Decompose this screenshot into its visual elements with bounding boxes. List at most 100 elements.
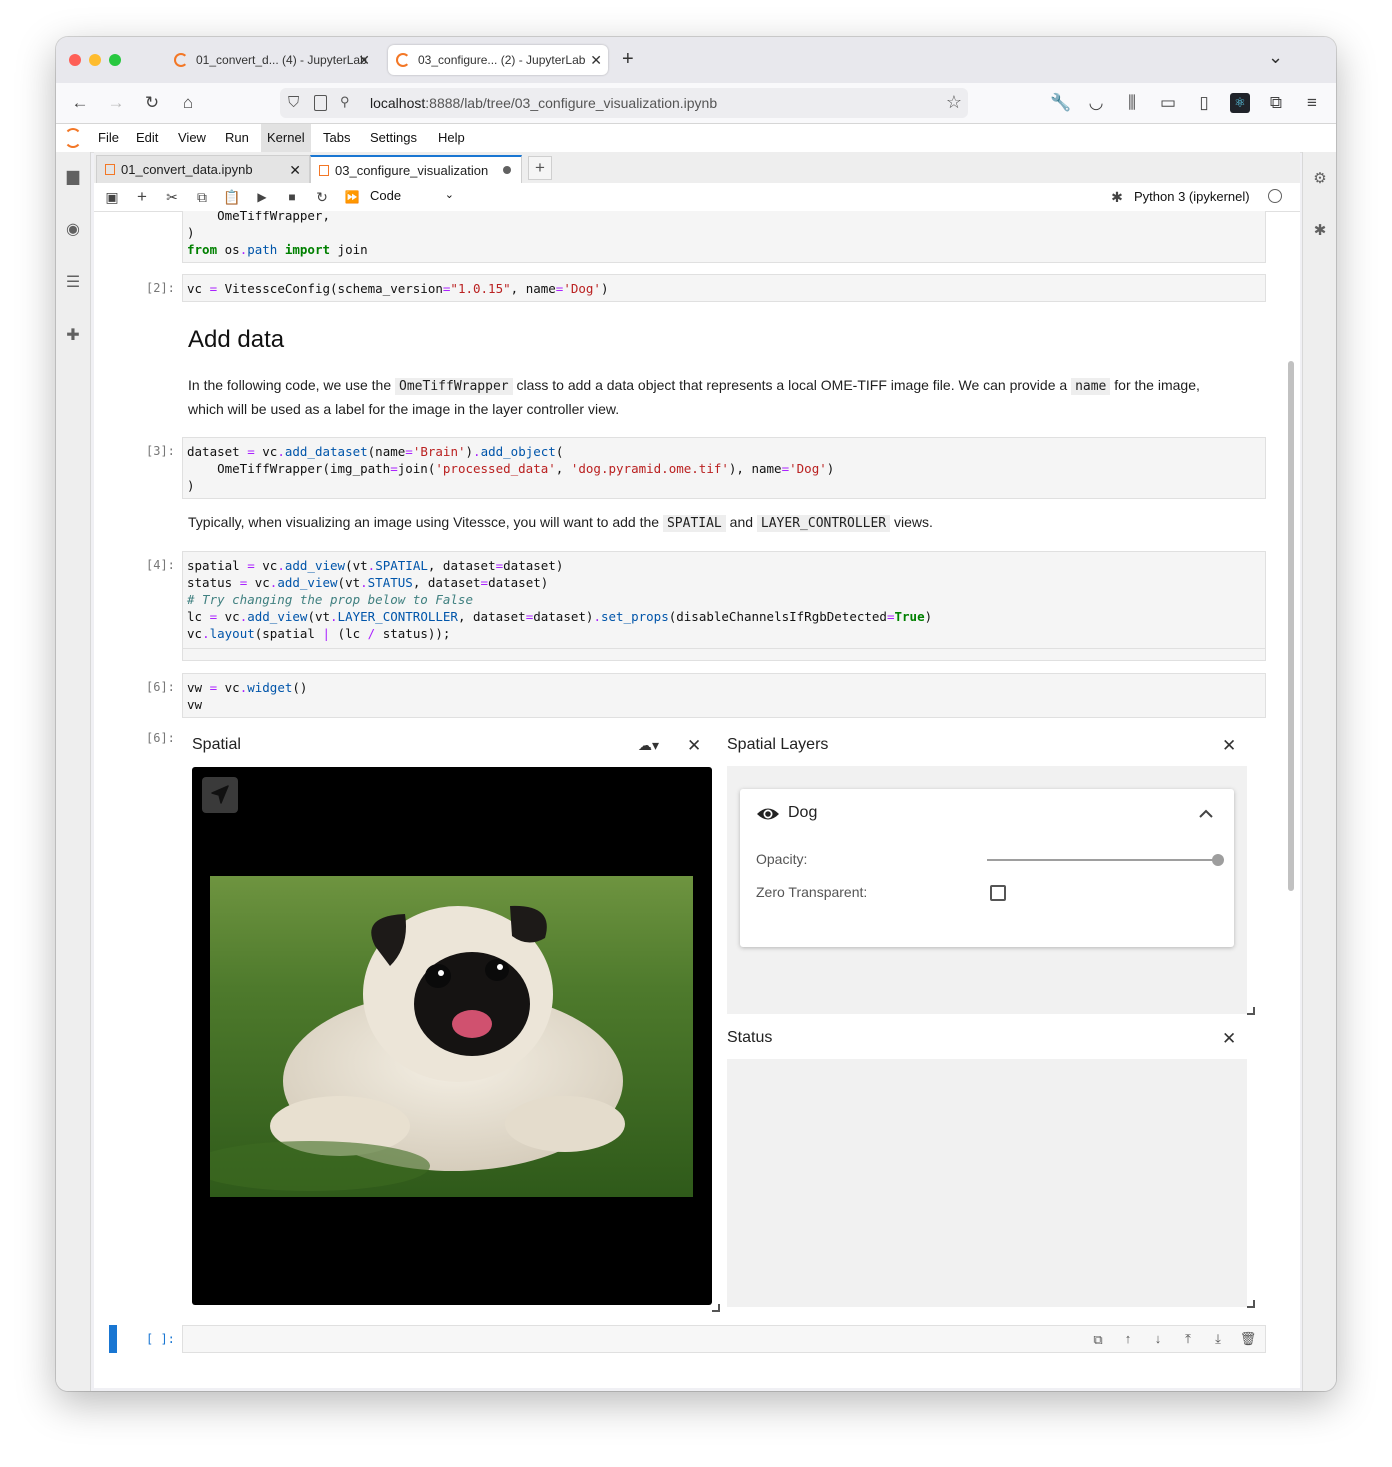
menu-kernel[interactable]: Kernel xyxy=(261,124,311,152)
permissions-icon[interactable]: ⚲ xyxy=(340,94,350,110)
code-cell-imports[interactable]: OmeTiffWrapper, ) from os.path import jo… xyxy=(182,211,1266,263)
menu-file[interactable]: File xyxy=(92,124,125,152)
code-text: dataset = vc.add_dataset(name='Brain').a… xyxy=(187,444,835,493)
resize-handle-icon[interactable] xyxy=(712,1304,720,1312)
duplicate-cell-icon[interactable]: ⧉ xyxy=(1089,1332,1107,1348)
status-panel xyxy=(727,1059,1247,1307)
code-cell-widget[interactable]: vw = vc.widget() vw xyxy=(182,673,1266,718)
reader-icon[interactable]: ▯ xyxy=(1194,93,1214,113)
restart-icon[interactable]: ↻ xyxy=(313,188,331,206)
zero-transparent-label: Zero Transparent: xyxy=(756,884,868,900)
copy-icon[interactable]: ⧉ xyxy=(193,188,211,206)
notebook-panel: 01_convert_data.ipynb ✕ 03_configure_vis… xyxy=(94,152,1300,1388)
code-cell-dataset[interactable]: dataset = vc.add_dataset(name='Brain').a… xyxy=(182,437,1266,499)
menu-view[interactable]: View xyxy=(172,124,212,152)
code-text: vc = VitessceConfig(schema_version="1.0.… xyxy=(187,281,609,296)
extensions-puzzle-icon[interactable]: ✚ xyxy=(64,327,82,345)
menu-tabs[interactable]: Tabs xyxy=(317,124,356,152)
insert-below-icon[interactable]: ⤓ xyxy=(1209,1331,1227,1347)
menu-help[interactable]: Help xyxy=(432,124,471,152)
menu-run[interactable]: Run xyxy=(219,124,255,152)
code-text: OmeTiffWrapper, ) from os.path import jo… xyxy=(187,211,368,257)
extensions-icon[interactable]: ⧉ xyxy=(1266,93,1286,113)
bookmark-star-icon[interactable]: ☆ xyxy=(946,92,962,113)
paste-icon[interactable]: 📋 xyxy=(223,188,241,206)
doc-tab-configure-visualization[interactable]: 03_configure_visualization xyxy=(310,155,522,184)
new-launcher-button[interactable]: + xyxy=(528,156,552,180)
close-spatial-icon[interactable]: ✕ xyxy=(687,736,701,756)
reload-icon[interactable]: ↻ xyxy=(142,93,162,113)
kernel-name[interactable]: Python 3 (ipykernel) xyxy=(1134,189,1250,204)
resize-handle-icon[interactable] xyxy=(1247,1300,1255,1308)
zero-transparent-checkbox[interactable] xyxy=(990,885,1006,901)
cell-type-select[interactable]: Code ⌄ xyxy=(370,188,456,206)
tab-list-button[interactable]: ⌄ xyxy=(1268,47,1283,68)
restart-run-all-icon[interactable]: ⏩ xyxy=(343,188,361,206)
chevron-up-icon[interactable] xyxy=(1198,808,1214,820)
input-prompt: [3]: xyxy=(146,444,175,458)
hamburger-menu-icon[interactable]: ≡ xyxy=(1302,93,1322,113)
notebook-scrollbar[interactable] xyxy=(1288,361,1294,891)
menu-edit[interactable]: Edit xyxy=(130,124,164,152)
insert-above-icon[interactable]: ⤒ xyxy=(1179,1331,1197,1347)
pug-photo xyxy=(210,876,693,1197)
stop-icon[interactable]: ■ xyxy=(283,188,301,206)
pan-tool-button[interactable] xyxy=(202,777,238,813)
debugger-bug-icon[interactable]: ✱ xyxy=(1311,221,1329,239)
unsaved-dot-icon[interactable] xyxy=(503,166,511,174)
new-tab-button[interactable]: + xyxy=(622,48,634,71)
eye-icon[interactable] xyxy=(756,805,780,823)
url-text[interactable]: localhost:8888/lab/tree/03_configure_vis… xyxy=(370,95,717,111)
insert-cell-icon[interactable]: + xyxy=(133,188,151,206)
code-text: vw = vc.widget() vw xyxy=(187,680,308,712)
browser-window: 01_convert_d... (4) - JupyterLab ✕ 03_co… xyxy=(56,37,1336,1391)
delete-cell-icon[interactable]: 🗑 xyxy=(1239,1331,1257,1347)
folder-icon[interactable]: ▆ xyxy=(64,168,82,186)
home-icon[interactable]: ⌂ xyxy=(178,93,198,113)
opacity-label: Opacity: xyxy=(756,851,808,867)
close-window-button[interactable] xyxy=(69,54,81,66)
cut-icon[interactable]: ✂ xyxy=(163,188,181,206)
kernel-debug-bug-icon[interactable]: ✱ xyxy=(1108,188,1126,206)
code-cell-views[interactable]: spatial = vc.add_view(vt.SPATIAL, datase… xyxy=(182,551,1266,661)
page-icon[interactable] xyxy=(314,95,327,111)
resize-handle-icon[interactable] xyxy=(1247,1007,1255,1015)
wrench-icon[interactable]: 🔧 xyxy=(1050,93,1071,113)
close-layers-icon[interactable]: ✕ xyxy=(1222,736,1236,756)
menu-settings[interactable]: Settings xyxy=(364,124,423,152)
running-sessions-icon[interactable]: ◉ xyxy=(64,221,82,239)
url-bar[interactable]: ⛉ ⚲ localhost:8888/lab/tree/03_configure… xyxy=(280,88,968,118)
property-inspector-gear-icon[interactable]: ⚙ xyxy=(1311,169,1329,187)
shield-icon[interactable]: ⛉ xyxy=(288,94,299,111)
close-tab-icon[interactable]: ✕ xyxy=(358,45,370,75)
close-doc-tab-icon[interactable]: ✕ xyxy=(289,156,301,184)
browser-tab-convert[interactable]: 01_convert_d... (4) - JupyterLab ✕ xyxy=(166,45,376,75)
browser-toolbar: ← → ↻ ⌂ ⛉ ⚲ localhost:8888/lab/tree/03_c… xyxy=(56,83,1336,124)
save-icon[interactable]: ▣ xyxy=(103,188,121,206)
notebook-icon xyxy=(319,165,329,176)
pocket-icon[interactable]: ◡ xyxy=(1086,93,1106,113)
run-icon[interactable]: ▶ xyxy=(253,188,271,206)
opacity-slider-thumb[interactable] xyxy=(1212,854,1224,866)
code-cell-config[interactable]: vc = VitessceConfig(schema_version="1.0.… xyxy=(182,274,1266,302)
react-devtools-icon[interactable]: ⚛ xyxy=(1230,93,1250,113)
library-icon[interactable]: ⫼ xyxy=(1122,93,1142,113)
table-of-contents-icon[interactable]: ☰ xyxy=(64,274,82,292)
forward-icon[interactable]: → xyxy=(106,93,126,113)
move-up-icon[interactable]: ↑ xyxy=(1119,1331,1137,1346)
back-icon[interactable]: ← xyxy=(70,93,90,113)
sidebar-icon[interactable]: ▭ xyxy=(1158,93,1178,113)
spatial-canvas[interactable] xyxy=(192,767,712,1305)
close-status-icon[interactable]: ✕ xyxy=(1222,1029,1236,1049)
notebook-toolbar: ▣ + ✂ ⧉ 📋 ▶ ■ ↻ ⏩ Code ⌄ ✱ Python 3 (ipy… xyxy=(94,183,1300,212)
jupyter-icon xyxy=(174,53,188,67)
move-down-icon[interactable]: ↓ xyxy=(1149,1331,1167,1346)
cloud-download-icon[interactable]: ☁▾ xyxy=(638,737,659,754)
zoom-window-button[interactable] xyxy=(109,54,121,66)
browser-tab-configure[interactable]: 03_configure... (2) - JupyterLab ✕ xyxy=(388,45,608,75)
close-tab-icon[interactable]: ✕ xyxy=(590,45,602,75)
opacity-slider-track[interactable] xyxy=(987,859,1218,861)
minimize-window-button[interactable] xyxy=(89,54,101,66)
empty-code-cell[interactable]: ⧉ ↑ ↓ ⤒ ⤓ 🗑 xyxy=(182,1325,1266,1353)
doc-tab-convert-data[interactable]: 01_convert_data.ipynb ✕ xyxy=(96,155,310,183)
